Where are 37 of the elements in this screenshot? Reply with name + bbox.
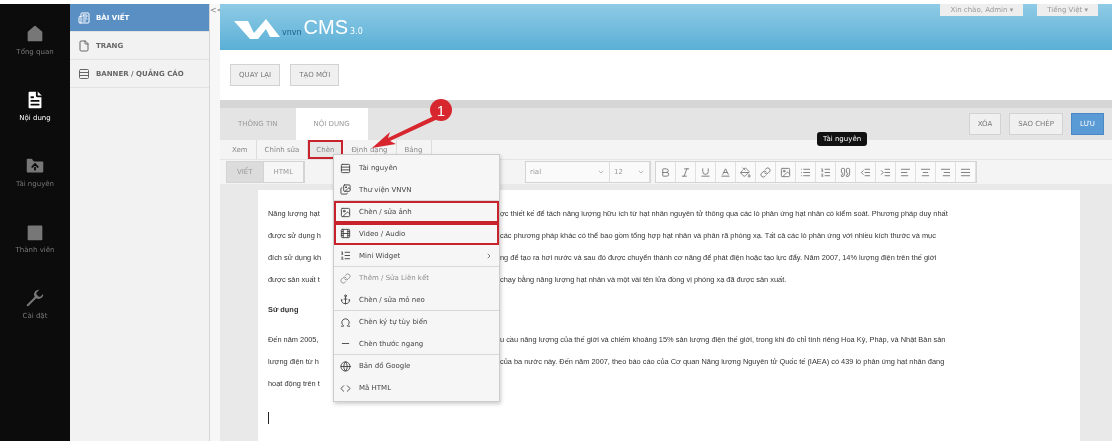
film-icon xyxy=(340,228,351,239)
underline-icon xyxy=(700,166,712,178)
outdent-icon xyxy=(860,166,872,178)
gallery-icon xyxy=(340,184,351,195)
logo-version: 3.0 xyxy=(350,26,363,36)
list-icon xyxy=(340,250,351,261)
rows-icon xyxy=(340,162,351,174)
numbered-list-icon xyxy=(820,166,832,178)
text-cursor xyxy=(268,412,269,424)
page-icon xyxy=(78,11,90,24)
align-right-icon xyxy=(940,166,952,178)
bullet-list-icon xyxy=(800,166,812,178)
link-icon xyxy=(760,166,772,178)
home-icon xyxy=(24,22,46,45)
logo-text: CMS xyxy=(303,15,349,39)
indent-icon xyxy=(880,166,892,178)
caret-icon xyxy=(597,168,606,176)
quote-icon xyxy=(840,166,852,178)
omega-icon xyxy=(340,316,351,328)
text-color-icon xyxy=(720,166,732,178)
page-icon xyxy=(78,67,90,80)
bold-icon xyxy=(660,166,672,178)
italic-icon xyxy=(680,166,692,178)
logo-mark: vnvn xyxy=(282,27,302,37)
align-center-icon xyxy=(920,166,932,178)
caret-icon xyxy=(637,168,646,176)
image-icon xyxy=(780,166,792,178)
align-left-icon xyxy=(900,166,912,178)
align-justify-icon xyxy=(960,166,972,178)
wrench-icon xyxy=(24,286,46,309)
globe-icon xyxy=(340,360,351,372)
link-icon xyxy=(340,272,351,284)
highlight-icon xyxy=(740,166,752,178)
image-icon xyxy=(340,206,351,218)
code-icon xyxy=(340,382,351,394)
anchor-icon xyxy=(340,294,351,305)
page-icon xyxy=(78,39,90,52)
